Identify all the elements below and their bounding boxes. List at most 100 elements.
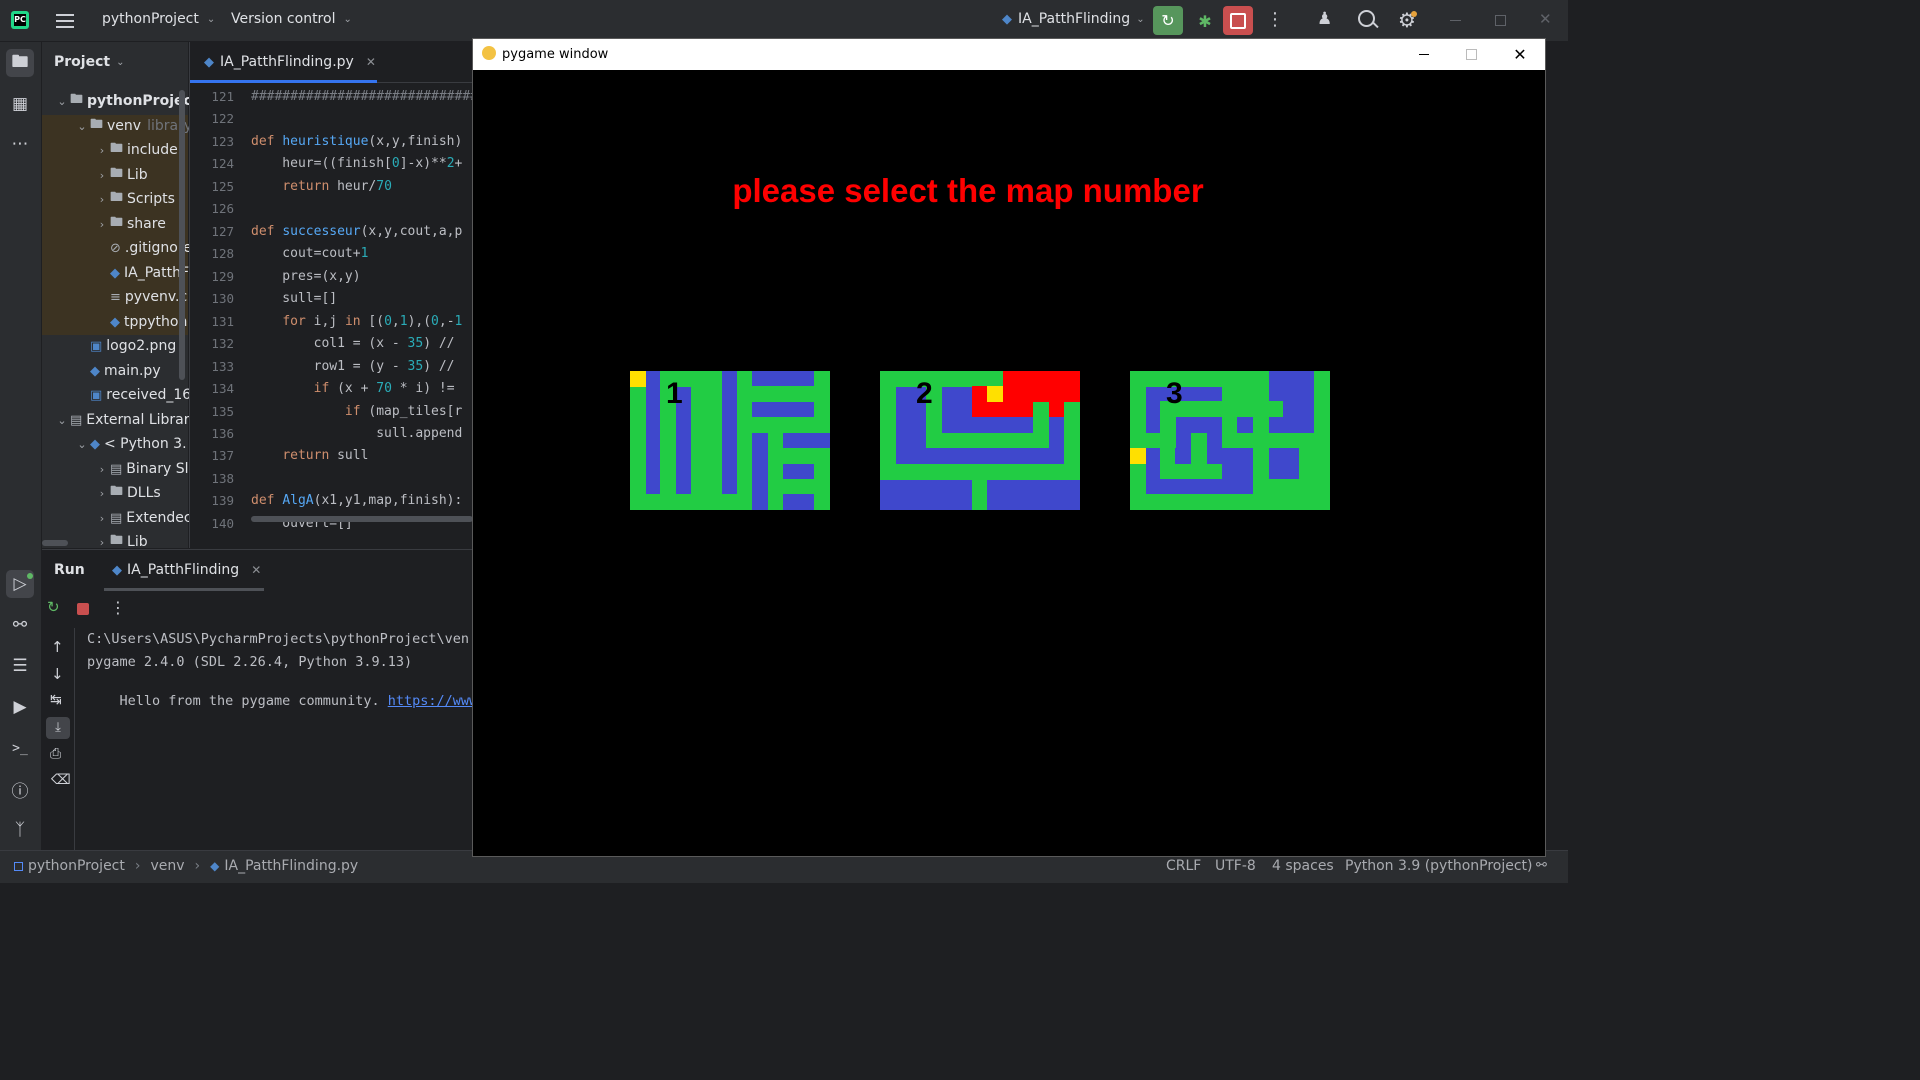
more-actions-icon[interactable]: ⋮ [110, 598, 126, 617]
pygame-minimize-button[interactable] [1401, 39, 1447, 70]
image-file-icon: ▣ [90, 338, 103, 354]
code-line: cout=cout+1 [251, 246, 369, 261]
indent-widget[interactable]: 4 spaces [1272, 858, 1334, 874]
problems-icon: ⓘ [11, 781, 29, 802]
editor-tab-bar: ◆ IA_PatthFlinding.py ✕ [190, 42, 473, 83]
more-actions-icon[interactable]: ⋮ [1266, 9, 1284, 31]
pygame-close-button[interactable]: ✕ [1497, 39, 1543, 70]
project-panel-title: Project [54, 54, 111, 70]
tree-item-scripts[interactable]: › 🖿 Scripts [94, 188, 175, 210]
editor-tab[interactable]: ◆ IA_PatthFlinding.py ✕ [204, 54, 376, 70]
project-tool-button[interactable]: 🖿 [6, 49, 34, 77]
tree-item-ia-pathfinding[interactable]: ◆ IA_PatthF [110, 262, 189, 284]
tree-item-python-sdk[interactable]: ⌄ ◆ < Python 3. [74, 433, 186, 455]
scroll-down-icon[interactable]: ↓ [51, 665, 64, 683]
terminal-button[interactable]: >_ [6, 734, 34, 762]
tree-item-tppython[interactable]: ◆ tppython [110, 311, 187, 333]
tree-item-label: pyvenv.c [124, 289, 188, 305]
line-number: 139 [211, 493, 234, 508]
tree-item-venv[interactable]: ⌄ 🖿 venv library [74, 115, 192, 137]
code-line: col1 = (x - 35) // [251, 336, 455, 351]
scroll-up-icon[interactable]: ↑ [51, 638, 64, 656]
code-area[interactable]: 121 ############################# 122 12… [190, 86, 473, 548]
breadcrumb-item[interactable]: pythonProject [28, 858, 125, 874]
tree-item-main[interactable]: ◆ main.py [90, 360, 161, 382]
tree-item-label: Lib [127, 167, 148, 183]
tree-item-binary-skeletons[interactable]: › ▤ Binary Sl [94, 458, 189, 480]
tree-item-external-libraries[interactable]: ⌄ ▤ External Librari [54, 409, 193, 431]
code-line: row1 = (y - 35) // [251, 359, 455, 374]
python-file-icon: ◆ [1002, 11, 1012, 27]
run-config-selector[interactable]: ◆ IA_PatthFlinding ⌄ [1002, 11, 1145, 27]
python-file-icon: ◆ [112, 562, 122, 578]
line-separator-widget[interactable]: CRLF [1166, 858, 1201, 874]
stop-icon[interactable] [77, 603, 89, 615]
tree-item-hint: library [147, 118, 193, 134]
tree-item-extended[interactable]: › ▤ Extendec [94, 507, 192, 529]
code-line: pres=(x,y) [251, 269, 361, 284]
vcs-menu[interactable]: Version control ⌄ [231, 11, 352, 27]
close-icon[interactable]: ✕ [1539, 10, 1552, 28]
map-option-3[interactable]: 3 [1130, 371, 1330, 510]
tree-item-pyvenv[interactable]: ≡ pyvenv.c [110, 286, 187, 308]
rerun-button[interactable]: ↻ [1153, 6, 1183, 35]
debug-button[interactable]: ✱ [1192, 8, 1218, 34]
line-number: 126 [211, 201, 234, 216]
stop-button[interactable] [1223, 6, 1253, 35]
start-tile [1130, 448, 1146, 464]
more-tools-button[interactable]: ⋯ [6, 130, 34, 158]
soft-wrap-icon[interactable]: ↹ [50, 692, 62, 708]
trash-icon[interactable]: ⌫ [51, 772, 71, 788]
line-number: 140 [211, 516, 234, 531]
tree-item-pythonproject[interactable]: ⌄ 🖿 pythonProject [54, 90, 198, 112]
structure-tool-button[interactable]: ▦ [6, 90, 34, 118]
breadcrumb-item[interactable]: venv [150, 858, 184, 874]
tree-item-received[interactable]: ▣ received_16 [90, 384, 191, 406]
services-button[interactable]: ▶ [6, 693, 34, 721]
main-menu-icon[interactable] [56, 12, 74, 28]
breadcrumb-item[interactable]: IA_PatthFlinding.py [224, 858, 358, 874]
encoding-widget[interactable]: UTF-8 [1215, 858, 1256, 874]
code-line: if (map_tiles[r [344, 404, 463, 419]
scroll-to-end-button[interactable]: ⤓ [46, 717, 70, 739]
map-option-1[interactable]: 1 [630, 371, 830, 510]
folder-icon: 🖿 [110, 141, 124, 156]
restore-icon[interactable] [1495, 15, 1506, 26]
run-tab[interactable]: ◆ IA_PatthFlinding ✕ [112, 562, 261, 578]
search-icon[interactable] [1358, 10, 1379, 29]
tree-item-include[interactable]: › 🖿 include [94, 139, 178, 161]
map-option-2[interactable]: 2 [880, 371, 1080, 510]
close-tab-icon[interactable]: ✕ [366, 55, 376, 69]
problems-button[interactable]: ⓘ [6, 775, 34, 803]
pygame-maximize-button[interactable] [1448, 39, 1494, 70]
tree-item-lib[interactable]: › 🖿 Lib [94, 164, 148, 186]
git-button[interactable]: ᛉ [6, 816, 34, 844]
code-with-me-icon[interactable]: ♟ [1317, 9, 1332, 29]
minimize-icon[interactable] [1450, 20, 1461, 21]
python-packages-button[interactable]: ☰ [6, 652, 34, 680]
project-scrollbar[interactable] [179, 90, 185, 380]
close-icon: ✕ [1513, 45, 1527, 64]
run-icon: ▷ [13, 574, 27, 594]
python-console-button[interactable]: ⚯ [6, 611, 34, 639]
project-selector[interactable]: pythonProject ⌄ [102, 11, 215, 27]
project-hscrollbar[interactable] [42, 540, 68, 546]
lock-icon[interactable]: ⚯ [1536, 858, 1547, 873]
close-tab-icon[interactable]: ✕ [251, 563, 261, 577]
pycharm-logo-icon[interactable]: PC [11, 11, 29, 29]
tree-item-dlls[interactable]: › 🖿 DLLs [94, 482, 161, 504]
ignored-file-icon: ⊘ [110, 240, 121, 256]
run-tab-label: IA_PatthFlinding [127, 562, 240, 578]
line-number: 129 [211, 269, 234, 284]
rerun-icon[interactable]: ↻ [47, 598, 60, 616]
tree-item-logo2[interactable]: ▣ logo2.png [90, 335, 176, 357]
print-icon[interactable]: ⎙ [50, 746, 61, 762]
code-line: return heur/70 [282, 179, 392, 194]
editor-hscrollbar[interactable] [251, 516, 473, 522]
interpreter-widget[interactable]: Python 3.9 (pythonProject) [1345, 858, 1533, 874]
git-branch-icon: ᛉ [14, 820, 26, 840]
project-panel-header[interactable]: Project ⌄ [54, 54, 124, 70]
tree-item-share[interactable]: › 🖿 share [94, 213, 166, 235]
code-line: def AlgA(x1,y1,map,finish): [251, 493, 463, 508]
line-number: 122 [211, 111, 234, 126]
